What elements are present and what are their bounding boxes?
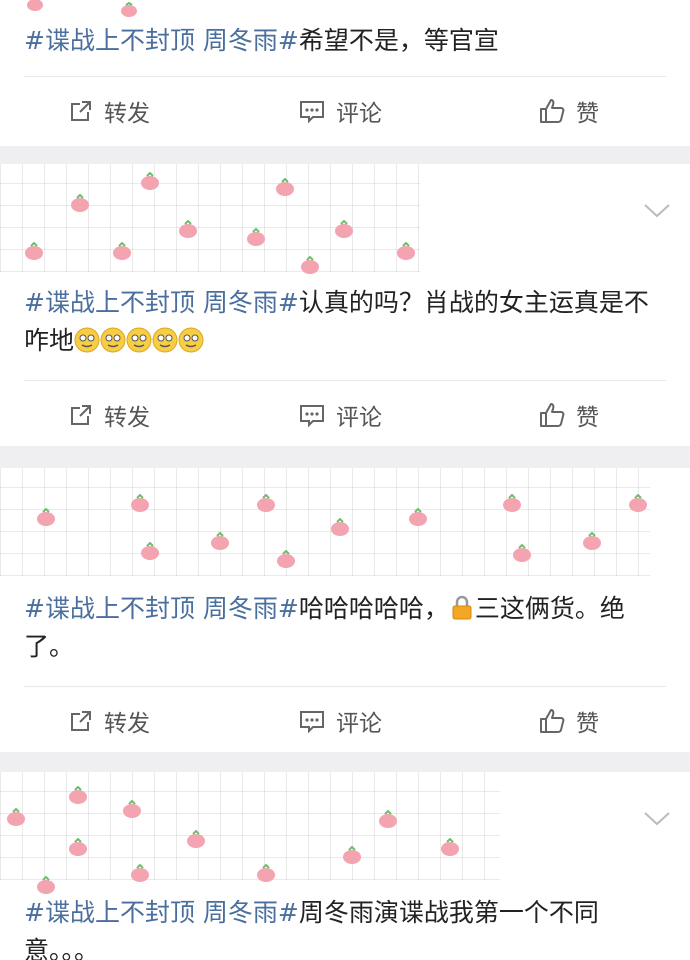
decoration-strip xyxy=(0,0,690,20)
forward-button[interactable]: 转发 xyxy=(68,687,150,752)
forward-icon xyxy=(71,711,91,731)
peach-icon xyxy=(247,228,265,246)
peach-icon xyxy=(69,838,87,856)
peach-icon xyxy=(179,220,197,238)
emoji-icon xyxy=(126,327,152,353)
peach-icon xyxy=(7,808,25,826)
peach-icon xyxy=(121,2,137,17)
weibo-feed: #谍战上不封顶 周冬雨#希望不是，等官宣 转发 评论 赞 #谍战上不封顶 周冬雨… xyxy=(0,0,690,960)
post-header xyxy=(0,164,690,274)
post-header xyxy=(0,468,690,576)
hashtag-link[interactable]: #谍战上不封顶 周冬雨# xyxy=(24,26,299,55)
post-card: #谍战上不封顶 周冬雨#哈哈哈哈哈， 三这俩货。绝了。 转发 评论 赞 xyxy=(0,468,690,752)
peach-icon xyxy=(379,810,397,828)
post-body: 希望不是，等官宣 xyxy=(298,26,499,55)
peach-icon xyxy=(37,508,55,526)
peach-icon xyxy=(277,550,295,568)
peach-icon xyxy=(25,242,43,260)
peach-icon xyxy=(131,864,149,882)
post-body: 哈哈哈哈哈， xyxy=(298,594,449,623)
peach-icon xyxy=(629,494,647,512)
peach-icon xyxy=(187,830,205,848)
comment-icon xyxy=(300,405,324,428)
peach-icon xyxy=(27,0,43,11)
like-icon xyxy=(540,403,565,427)
emoji-icon xyxy=(178,327,204,353)
comment-icon xyxy=(300,711,324,734)
comment-label: 评论 xyxy=(336,711,382,737)
forward-button[interactable]: 转发 xyxy=(68,77,150,145)
post-card: #谍战上不封顶 周冬雨#认真的吗？肖战的女主运真是不咋地 转发 评论 赞 xyxy=(0,164,690,446)
peach-icon xyxy=(331,518,349,536)
post-header xyxy=(0,772,690,894)
like-label: 赞 xyxy=(576,101,599,127)
peach-icon xyxy=(71,194,89,212)
lock-icon xyxy=(452,595,472,620)
like-label: 赞 xyxy=(576,405,599,431)
forward-label: 转发 xyxy=(104,405,150,431)
peach-icon xyxy=(276,178,294,196)
hashtag-link[interactable]: #谍战上不封顶 周冬雨# xyxy=(24,898,299,927)
peach-icon xyxy=(583,532,601,550)
emoji-icon xyxy=(152,327,178,353)
peach-icon xyxy=(123,800,141,818)
like-button[interactable]: 赞 xyxy=(538,687,599,752)
like-button[interactable]: 赞 xyxy=(538,381,599,446)
decoration-grid xyxy=(0,468,650,576)
like-icon xyxy=(540,709,565,733)
peach-icon xyxy=(113,242,131,260)
peach-icon xyxy=(211,532,229,550)
like-label: 赞 xyxy=(576,711,599,737)
peach-icon xyxy=(141,542,159,560)
forward-label: 转发 xyxy=(104,101,150,127)
comment-button[interactable]: 评论 xyxy=(298,77,382,145)
hashtag-link[interactable]: #谍战上不封顶 周冬雨# xyxy=(24,288,299,317)
peach-icon xyxy=(131,494,149,512)
peach-icon xyxy=(409,508,427,526)
chevron-down-icon[interactable] xyxy=(642,200,672,220)
peach-icon xyxy=(37,876,55,894)
like-icon xyxy=(540,99,565,123)
emoji-icon xyxy=(100,327,126,353)
forward-icon xyxy=(71,405,91,425)
comment-icon xyxy=(300,101,324,124)
peach-icon xyxy=(343,846,361,864)
comment-label: 评论 xyxy=(336,405,382,431)
peach-icon xyxy=(513,544,531,562)
emoji-icon xyxy=(74,327,100,353)
peach-icon xyxy=(441,838,459,856)
chevron-down-icon[interactable] xyxy=(642,808,672,828)
peach-icon xyxy=(397,242,415,260)
peach-icon xyxy=(503,494,521,512)
forward-button[interactable]: 转发 xyxy=(68,381,150,446)
post-text: #谍战上不封顶 周冬雨#哈哈哈哈哈， 三这俩货。绝了。 xyxy=(24,590,666,666)
post-text: #谍战上不封顶 周冬雨#认真的吗？肖战的女主运真是不咋地 xyxy=(24,284,666,360)
comment-label: 评论 xyxy=(336,101,382,127)
decoration-grid xyxy=(0,164,420,272)
peach-icon xyxy=(257,494,275,512)
post-text: #谍战上不封顶 周冬雨#周冬雨演谍战我第一个不同意。。。 xyxy=(24,894,666,960)
hashtag-link[interactable]: #谍战上不封顶 周冬雨# xyxy=(24,594,299,623)
peach-icon xyxy=(69,786,87,804)
action-bar: 转发 评论 赞 xyxy=(24,76,666,145)
peach-icon xyxy=(257,864,275,882)
post-card: #谍战上不封顶 周冬雨#希望不是，等官宣 转发 评论 赞 xyxy=(0,0,690,146)
forward-icon xyxy=(71,101,91,121)
peach-icon xyxy=(335,220,353,238)
post-text: #谍战上不封顶 周冬雨#希望不是，等官宣 xyxy=(24,22,499,60)
comment-button[interactable]: 评论 xyxy=(298,687,382,752)
action-bar: 转发 评论 赞 xyxy=(24,686,666,752)
post-card: #谍战上不封顶 周冬雨#周冬雨演谍战我第一个不同意。。。 xyxy=(0,772,690,960)
comment-button[interactable]: 评论 xyxy=(298,381,382,446)
action-bar: 转发 评论 赞 xyxy=(24,380,666,446)
peach-icon xyxy=(141,172,159,190)
forward-label: 转发 xyxy=(104,711,150,737)
like-button[interactable]: 赞 xyxy=(538,77,599,145)
peach-icon xyxy=(301,256,319,274)
